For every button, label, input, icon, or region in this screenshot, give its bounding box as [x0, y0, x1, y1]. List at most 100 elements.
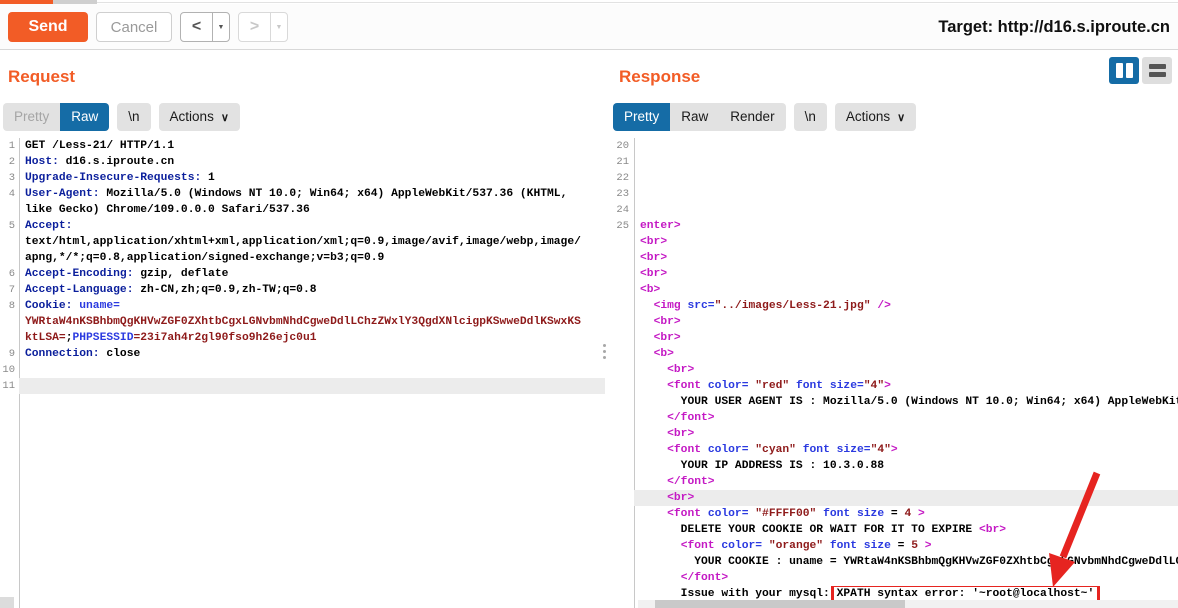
code-line[interactable]: GET /Less-21/ HTTP/1.1	[19, 138, 605, 154]
split-rows-icon[interactable]	[1142, 57, 1172, 84]
request-panel-title: Request	[8, 67, 75, 87]
back-dropdown-triangle-down-icon[interactable]: ▼	[212, 13, 229, 41]
code-line[interactable]	[19, 378, 605, 394]
request-actions-label: Actions	[170, 109, 214, 124]
line-number	[610, 554, 634, 570]
response-actions-menu[interactable]: Actions∨	[835, 103, 916, 131]
code-segment: <br>	[667, 428, 694, 440]
chevron-right-icon[interactable]: >	[239, 13, 270, 41]
history-back-button[interactable]: < ▼	[180, 12, 230, 42]
chevron-left-icon[interactable]: <	[181, 13, 212, 41]
code-segment	[701, 508, 708, 520]
code-line[interactable]: <img src="../images/Less-21.jpg" />	[634, 298, 1178, 314]
code-line[interactable]: YWRtaW4nKSBhbmQgKHVwZGF0ZXhtbCgxLGNvbmNh…	[19, 314, 605, 330]
code-segment: 1	[201, 172, 215, 184]
code-segment: color=	[721, 540, 762, 552]
code-line[interactable]: <br>	[634, 426, 1178, 442]
code-segment: <br>	[667, 492, 694, 504]
editor-row: 6Accept-Encoding: gzip, deflate	[0, 266, 605, 282]
line-number: 7	[0, 282, 19, 298]
code-segment: YWRtaW4nKSBhbmQgKHVwZGF0ZXhtbCgxLGNvbmNh…	[25, 316, 581, 328]
line-number	[610, 394, 634, 410]
request-tab-raw[interactable]: Raw	[60, 103, 109, 131]
code-segment	[796, 444, 803, 456]
code-line[interactable]: <br>	[634, 362, 1178, 378]
code-line[interactable]: Accept-Language: zh-CN,zh;q=0.9,zh-TW;q=…	[19, 282, 605, 298]
scrollbar-thumb[interactable]	[655, 600, 905, 608]
code-line[interactable]	[634, 138, 1178, 154]
code-line[interactable]: </font>	[634, 410, 1178, 426]
code-line[interactable]: apng,*/*;q=0.8,application/signed-exchan…	[19, 250, 605, 266]
code-line[interactable]: Upgrade-Insecure-Requests: 1	[19, 170, 605, 186]
scrollbar-corner	[0, 597, 14, 608]
code-segment	[911, 508, 918, 520]
tab-strip-divider	[97, 2, 1178, 3]
editor-row: text/html,application/xhtml+xml,applicat…	[0, 234, 605, 250]
code-line[interactable]: Accept:	[19, 218, 605, 234]
code-line[interactable]: <br>	[634, 266, 1178, 282]
code-line[interactable]	[634, 170, 1178, 186]
code-line[interactable]: <font color= "red" font size="4">	[634, 378, 1178, 394]
code-line[interactable]: YOUR IP ADDRESS IS : 10.3.0.88	[634, 458, 1178, 474]
line-number: 20	[610, 138, 634, 154]
request-actions-menu[interactable]: Actions∨	[159, 103, 240, 131]
panel-splitter-handle[interactable]	[602, 344, 606, 364]
code-line[interactable]: Cookie: uname=	[19, 298, 605, 314]
code-line[interactable]: <b>	[634, 346, 1178, 362]
code-line[interactable]: Accept-Encoding: gzip, deflate	[19, 266, 605, 282]
code-line[interactable]: <b>	[634, 282, 1178, 298]
forward-dropdown-triangle-down-icon[interactable]: ▼	[270, 13, 287, 41]
editor-row: <br>	[610, 362, 1178, 378]
request-editor[interactable]: 1 GET /Less-21/ HTTP/1.12Host: d16.s.ipro…	[0, 138, 605, 608]
code-segment	[640, 332, 654, 344]
cancel-button[interactable]: Cancel	[96, 12, 172, 42]
response-tab-pretty[interactable]: Pretty	[613, 103, 670, 131]
code-line[interactable]	[634, 186, 1178, 202]
code-line[interactable]: </font>	[634, 570, 1178, 586]
response-tab-raw[interactable]: Raw	[670, 103, 719, 131]
code-line[interactable]	[634, 202, 1178, 218]
code-line[interactable]: <font color= "orange" font size = 5 >	[634, 538, 1178, 554]
editor-row: 2Host: d16.s.iproute.cn	[0, 154, 605, 170]
code-segment	[640, 348, 654, 360]
code-line[interactable]: User-Agent: Mozilla/5.0 (Windows NT 10.0…	[19, 186, 605, 202]
response-tab-render[interactable]: Render	[719, 103, 785, 131]
request-tab-pretty[interactable]: Pretty	[3, 103, 60, 131]
line-number	[610, 362, 634, 378]
code-line[interactable]: <br>	[634, 330, 1178, 346]
response-editor[interactable]: 202122232425enter><br><br><br><b> <img s…	[610, 138, 1178, 608]
history-forward-button[interactable]: > ▼	[238, 12, 288, 42]
response-tab-linebreaks[interactable]: \n	[794, 103, 827, 131]
line-number	[610, 506, 634, 522]
code-segment: <font	[667, 508, 701, 520]
code-segment: <br>	[654, 332, 681, 344]
send-button[interactable]: Send	[8, 12, 88, 42]
code-line[interactable]: like Gecko) Chrome/109.0.0.0 Safari/537.…	[19, 202, 605, 218]
code-line[interactable]: </font>	[634, 474, 1178, 490]
code-line[interactable]	[634, 154, 1178, 170]
code-line[interactable]: Host: d16.s.iproute.cn	[19, 154, 605, 170]
code-line[interactable]: enter>	[634, 218, 1178, 234]
code-segment: enter>	[640, 220, 681, 232]
code-line[interactable]: YOUR COOKIE : uname = YWRtaW4nKSBhbmQgKH…	[634, 554, 1178, 570]
line-number: 2	[0, 154, 19, 170]
code-line[interactable]: Connection: close	[19, 346, 605, 362]
response-horizontal-scrollbar[interactable]	[638, 600, 1178, 608]
code-line[interactable]: <br>	[634, 234, 1178, 250]
code-line[interactable]	[19, 362, 605, 378]
code-line[interactable]: <font color= "cyan" font size="4">	[634, 442, 1178, 458]
code-segment: <b>	[640, 284, 660, 296]
code-line[interactable]: text/html,application/xhtml+xml,applicat…	[19, 234, 605, 250]
code-line[interactable]: <font color= "#FFFF00" font size = 4 >	[634, 506, 1178, 522]
code-line[interactable]: <br>	[634, 490, 1178, 506]
code-line[interactable]: YOUR USER AGENT IS : Mozilla/5.0 (Window…	[634, 394, 1178, 410]
code-line[interactable]: ktLSA=;PHPSESSID=23i7ah4r2gl90fso9h26ejc…	[19, 330, 605, 346]
editor-row: <b>	[610, 282, 1178, 298]
code-segment: YOUR COOKIE : uname = YWRtaW4nKSBhbmQgKH…	[640, 556, 1178, 568]
line-number	[610, 538, 634, 554]
code-line[interactable]: <br>	[634, 314, 1178, 330]
request-tab-linebreaks[interactable]: \n	[117, 103, 150, 131]
code-line[interactable]: DELETE YOUR COOKIE OR WAIT FOR IT TO EXP…	[634, 522, 1178, 538]
split-columns-icon[interactable]	[1109, 57, 1139, 84]
code-line[interactable]: <br>	[634, 250, 1178, 266]
